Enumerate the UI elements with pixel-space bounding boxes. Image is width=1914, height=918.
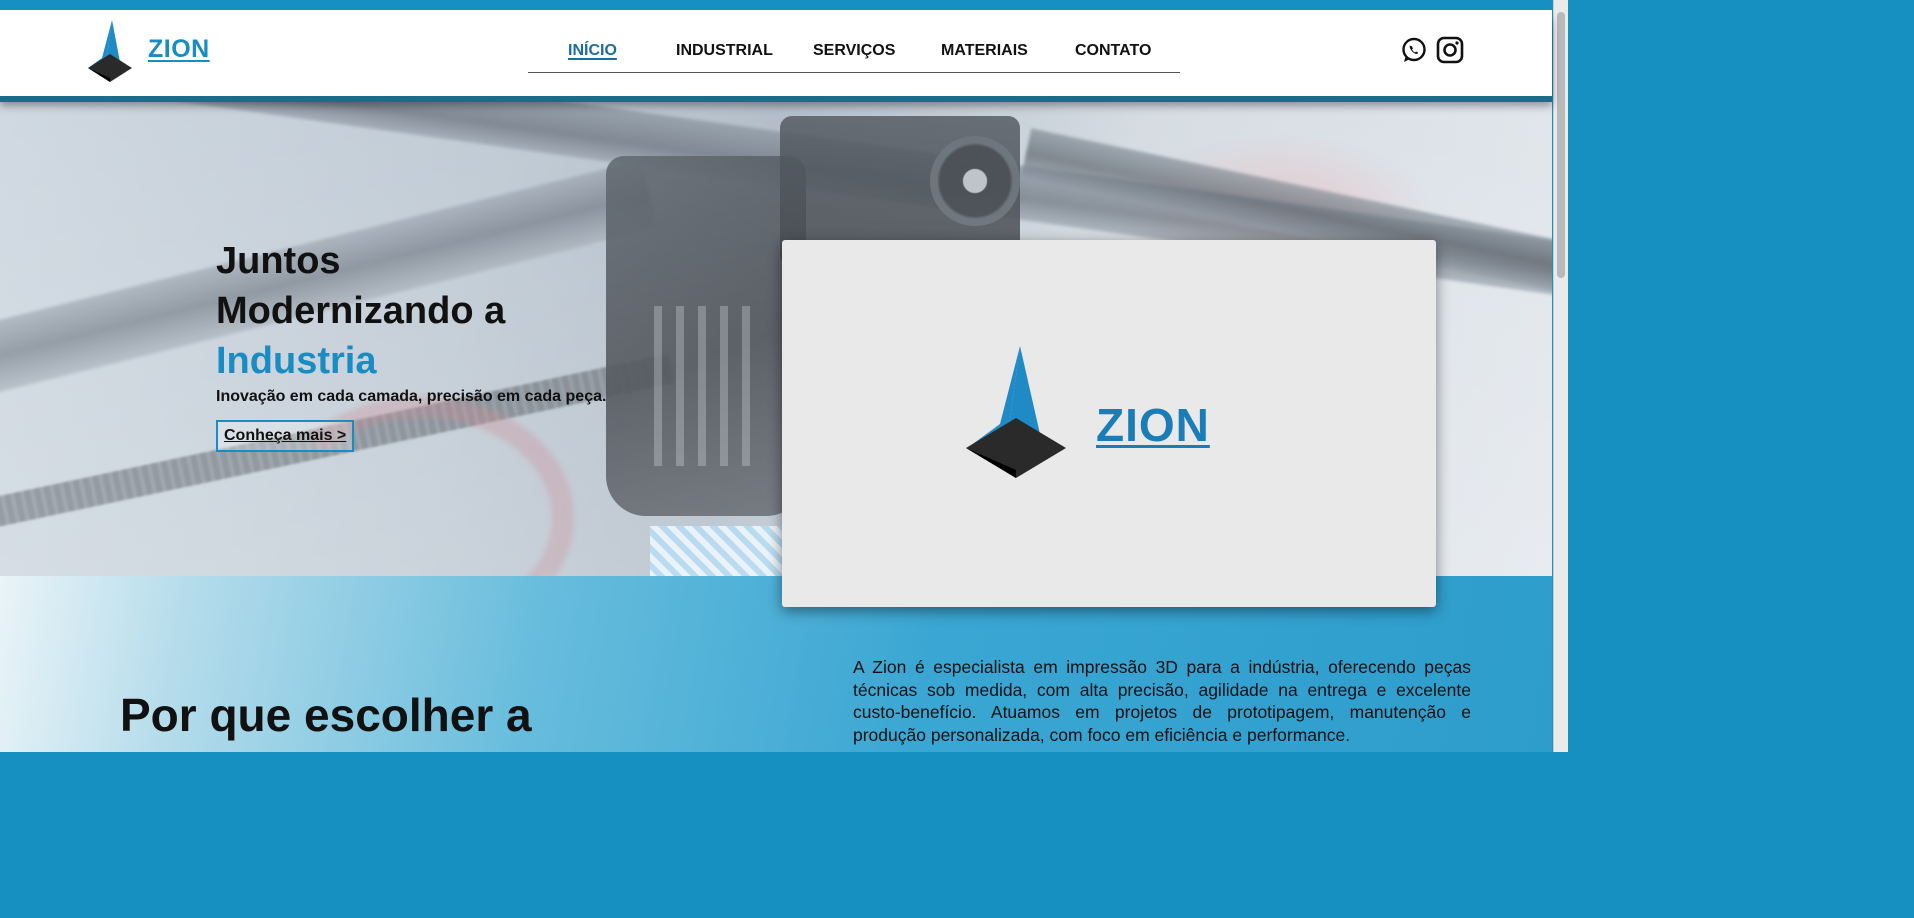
scrollbar[interactable] — [1553, 0, 1568, 752]
about-text: A Zion é especialista em impressão 3D pa… — [853, 657, 1471, 745]
zion-logo-large-icon — [966, 346, 1066, 478]
hero-title-line1: Juntos — [216, 240, 341, 282]
learn-more-button[interactable]: Conheça mais > — [216, 420, 355, 452]
hero-text: Juntos Modernizando a Industria Inovação… — [216, 236, 607, 452]
nav-materiais[interactable]: MATERIAIS — [941, 42, 1028, 60]
instagram-icon[interactable] — [1436, 36, 1464, 64]
hero-title-accent: Industria — [216, 340, 377, 382]
zion-logo-icon — [88, 20, 132, 82]
main-nav: INÍCIO INDUSTRIAL SERVIÇOS MATERIAIS CON… — [528, 40, 1180, 73]
window-frame — [0, 0, 1568, 10]
nav-contato[interactable]: CONTATO — [1075, 42, 1151, 60]
hero-subtitle: Inovação em cada camada, precisão em cad… — [216, 388, 607, 405]
nav-inicio[interactable]: INÍCIO — [568, 42, 617, 60]
logo[interactable]: ZION — [84, 16, 210, 86]
social-links — [1400, 36, 1464, 64]
site-header: ZION INÍCIO INDUSTRIAL SERVIÇOS MATERIAI… — [0, 10, 1552, 96]
hero-title: Juntos Modernizando a Industria — [216, 236, 606, 386]
whatsapp-icon[interactable] — [1400, 36, 1428, 64]
hero-title-line2: Modernizando a — [216, 290, 506, 332]
brand-name: ZION — [148, 34, 210, 63]
card-brand-name: ZION — [1096, 399, 1210, 451]
scrollbar-thumb[interactable] — [1557, 12, 1565, 278]
why-choose-title: Por que escolher a — [120, 689, 532, 741]
nav-servicos[interactable]: SERVIÇOS — [813, 42, 895, 60]
nav-industrial[interactable]: INDUSTRIAL — [676, 42, 773, 60]
logo-card: ZION — [782, 240, 1436, 607]
